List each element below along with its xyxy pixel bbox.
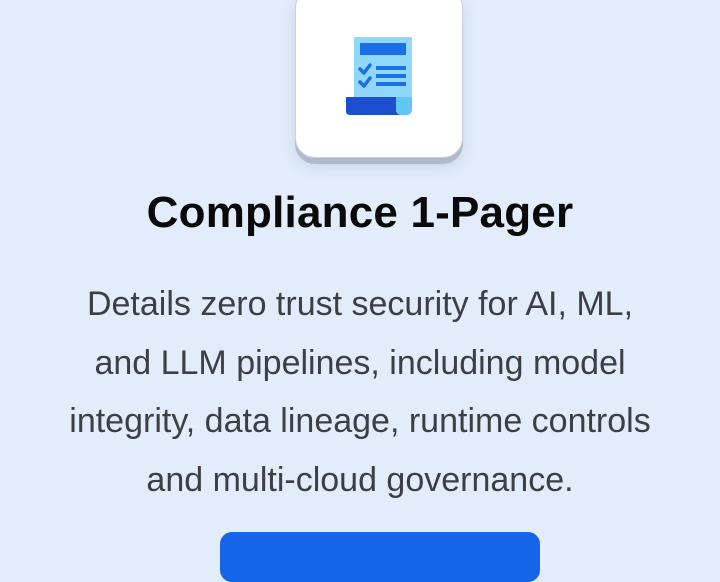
description-line: and multi-cloud governance. [146, 460, 574, 499]
compliance-document-icon [346, 37, 412, 115]
description-line: and LLM pipelines, including model [94, 343, 626, 382]
description-line: integrity, data lineage, runtime control… [69, 402, 651, 440]
icon-tile [295, 0, 463, 158]
download-button[interactable] [220, 532, 540, 582]
card-title: Compliance 1-Pager [146, 188, 574, 237]
description-line: Details zero trust security for AI, ML, [86, 285, 634, 323]
card-description: Details zero trust security for AI, ML, … [0, 275, 720, 509]
compliance-card: Compliance 1-Pager Details zero trust se… [0, 0, 720, 582]
